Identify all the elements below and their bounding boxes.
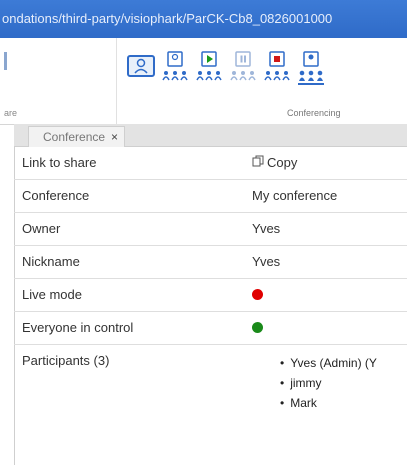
property-row-live-mode: Live mode [14,279,407,312]
participants-label: Participants (3) [22,353,110,368]
list-item[interactable]: jimmy [280,373,377,393]
property-row-owner: Owner Yves [14,213,407,246]
property-value: Yves [252,221,281,236]
copy-label: Copy [267,155,298,170]
people-group-icon[interactable] [296,50,326,88]
property-value[interactable]: Yves [252,246,280,278]
ribbon-group-share: are [0,38,117,124]
ribbon-toolbar: are Conferencing [0,38,407,125]
property-value[interactable]: My conference [252,180,337,212]
property-row-nickname: Nickname Yves [14,246,407,279]
window-title: ondations/third-party/visiophark/ParCK-C… [2,11,333,26]
property-key: Link to share [22,155,97,170]
property-row-link: Link to share Copy [14,147,407,180]
property-row-participants: Participants (3) Yves (Admin) (Y jimmy M… [14,345,407,435]
property-row-conference: Conference My conference [14,180,407,213]
ribbon-group-label-conferencing: Conferencing [287,108,341,118]
participants-list: Yves (Admin) (Y jimmy Mark [280,353,377,413]
window-title-bar: ondations/third-party/visiophark/ParCK-C… [0,0,407,38]
list-item[interactable]: Yves (Admin) (Y [280,353,377,373]
close-icon[interactable]: × [111,130,118,144]
pause-participants-icon[interactable] [228,50,258,88]
tab-label: Conference [43,130,106,144]
property-key: Owner [22,221,61,236]
property-key: Nickname [22,254,80,269]
live-mode-status-dot[interactable] [252,289,263,300]
property-key: Conference [22,188,90,203]
stop-participants-icon[interactable] [262,50,292,88]
play-participants-icon[interactable] [194,50,224,88]
copy-button[interactable]: Copy [252,147,297,179]
property-key: Everyone in control [22,320,134,335]
participants-icon[interactable] [160,50,190,88]
screen-share-icon[interactable] [126,50,156,88]
property-row-everyone-in-control: Everyone in control [14,312,407,345]
list-item[interactable]: Mark [280,393,377,413]
property-grid: Link to share Copy Conference My confere… [14,147,407,435]
everyone-in-control-status-dot[interactable] [252,322,263,333]
ribbon-group-label-share: are [4,108,18,118]
share-icon[interactable] [4,52,7,70]
tab-conference[interactable]: Conference × [28,126,126,147]
copy-icon [252,155,264,167]
panel-tab-strip: Conference × [14,124,407,147]
property-key: Live mode [22,287,82,302]
